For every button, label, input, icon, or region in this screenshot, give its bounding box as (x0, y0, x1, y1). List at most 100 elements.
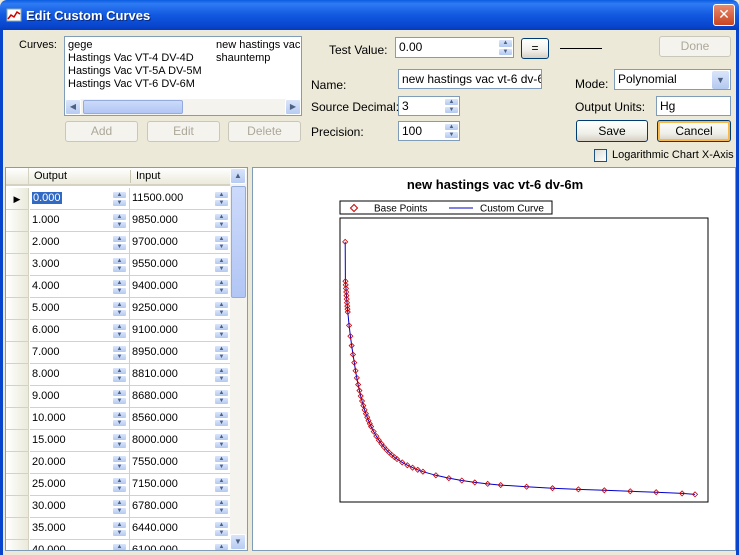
table-row[interactable]: 15.000 ▲ ▼ 8000.000 ▲ ▼ (6, 430, 232, 452)
cell-stepper[interactable]: ▲▼ (112, 455, 127, 471)
output-cell[interactable]: 3.000 ▲ ▼ (30, 254, 130, 276)
row-header[interactable] (6, 518, 29, 540)
cell-stepper[interactable]: ▲▼ (214, 235, 229, 251)
row-header[interactable] (6, 342, 29, 364)
input-cell[interactable]: 9400.000 ▲ ▼ (130, 276, 232, 298)
cell-stepper[interactable]: ▲▼ (214, 301, 229, 317)
curve-item[interactable]: Hastings Vac VT-4 DV-4D (68, 52, 202, 65)
close-button[interactable]: ✕ (713, 4, 735, 26)
table-row[interactable]: 8.000 ▲ ▼ 8810.000 ▲ ▼ (6, 364, 232, 386)
output-cell[interactable]: 20.000 ▲ ▼ (30, 452, 130, 474)
cell-stepper[interactable]: ▲▼ (214, 543, 229, 550)
output-cell[interactable]: 2.000 ▲ ▼ (30, 232, 130, 254)
source-decimal-stepper[interactable]: ▲ ▼ (444, 98, 459, 114)
cell-stepper[interactable]: ▲▼ (112, 433, 127, 449)
curve-item[interactable]: Hastings Vac VT-6 DV-6M (68, 78, 202, 91)
table-row[interactable]: 20.000 ▲ ▼ 7550.000 ▲ ▼ (6, 452, 232, 474)
cell-stepper[interactable]: ▲▼ (214, 345, 229, 361)
curves-list[interactable]: gege Hastings Vac VT-4 DV-4D Hastings Vac … (64, 36, 302, 116)
cell-stepper[interactable]: ▲▼ (112, 257, 127, 273)
cell-stepper[interactable]: ▲▼ (214, 191, 229, 207)
output-cell[interactable]: 5.000 ▲ ▼ (30, 298, 130, 320)
row-header[interactable] (6, 452, 29, 474)
equals-button[interactable]: = (521, 38, 549, 59)
input-cell[interactable]: 8950.000 ▲ ▼ (130, 342, 232, 364)
cell-stepper[interactable]: ▲▼ (214, 433, 229, 449)
cell-stepper[interactable]: ▲▼ (214, 389, 229, 405)
input-cell[interactable]: 9700.000 ▲ ▼ (130, 232, 232, 254)
curve-item[interactable]: new hastings vac (216, 39, 300, 52)
input-cell[interactable]: 9550.000 ▲ ▼ (130, 254, 232, 276)
chevron-down-icon[interactable]: ▼ (712, 71, 729, 89)
cell-stepper[interactable]: ▲▼ (214, 521, 229, 537)
scroll-thumb[interactable] (83, 100, 183, 114)
cell-stepper[interactable]: ▲▼ (112, 499, 127, 515)
log-x-axis-checkbox[interactable] (594, 149, 607, 162)
table-row[interactable]: 5.000 ▲ ▼ 9250.000 ▲ ▼ (6, 298, 232, 320)
output-cell[interactable]: 8.000 ▲ ▼ (30, 364, 130, 386)
input-cell[interactable]: 6780.000 ▲ ▼ (130, 496, 232, 518)
cell-stepper[interactable]: ▲▼ (214, 411, 229, 427)
save-button[interactable]: Save (576, 120, 648, 142)
cell-stepper[interactable]: ▲▼ (112, 477, 127, 493)
table-row[interactable]: 35.000 ▲ ▼ 6440.000 ▲ ▼ (6, 518, 232, 540)
table-row[interactable]: 40.000 ▲▼ 6100.000 ▲▼ (6, 540, 232, 550)
cell-stepper[interactable]: ▲▼ (112, 543, 127, 550)
row-header[interactable] (6, 320, 29, 342)
cell-stepper[interactable]: ▲▼ (214, 257, 229, 273)
name-input[interactable]: new hastings vac vt-6 dv-6m (398, 69, 542, 89)
input-cell[interactable]: 8000.000 ▲ ▼ (130, 430, 232, 452)
row-header[interactable] (6, 276, 29, 298)
test-value-input[interactable]: 0.00 (395, 37, 514, 58)
output-cell[interactable]: 10.000 ▲ ▼ (30, 408, 130, 430)
grid-scroll-thumb[interactable] (231, 186, 246, 298)
table-row[interactable]: 3.000 ▲ ▼ 9550.000 ▲ ▼ (6, 254, 232, 276)
row-header[interactable] (6, 474, 29, 496)
row-header[interactable] (6, 364, 29, 386)
input-cell[interactable]: 7150.000 ▲ ▼ (130, 474, 232, 496)
current-row-icon[interactable]: ▶ (6, 188, 29, 210)
cell-stepper[interactable]: ▲▼ (112, 301, 127, 317)
input-cell[interactable]: 8680.000 ▲ ▼ (130, 386, 232, 408)
cell-stepper[interactable]: ▲▼ (112, 279, 127, 295)
input-cell[interactable]: 6440.000 ▲ ▼ (130, 518, 232, 540)
output-cell[interactable]: 9.000 ▲ ▼ (30, 386, 130, 408)
scroll-left-icon[interactable]: ◀ (65, 99, 81, 115)
cell-stepper[interactable]: ▲▼ (112, 323, 127, 339)
input-cell[interactable]: 8560.000 ▲ ▼ (130, 408, 232, 430)
curve-item[interactable]: gege (68, 39, 202, 52)
header-input[interactable]: Input (136, 170, 160, 182)
cell-stepper[interactable]: ▲▼ (112, 389, 127, 405)
output-cell[interactable]: 6.000 ▲ ▼ (30, 320, 130, 342)
output-cell[interactable]: 35.000 ▲ ▼ (30, 518, 130, 540)
cell-stepper[interactable]: ▲▼ (112, 191, 127, 207)
row-header[interactable] (6, 210, 29, 232)
test-value-stepper[interactable]: ▲ ▼ (498, 39, 513, 56)
row-header[interactable] (6, 232, 29, 254)
scroll-right-icon[interactable]: ▶ (285, 99, 301, 115)
cell-stepper[interactable]: ▲▼ (112, 213, 127, 229)
output-cell[interactable]: 40.000 ▲▼ (30, 540, 130, 550)
output-cell[interactable]: 1.000 ▲ ▼ (30, 210, 130, 232)
output-cell[interactable]: 7.000 ▲ ▼ (30, 342, 130, 364)
table-row[interactable]: 10.000 ▲ ▼ 8560.000 ▲ ▼ (6, 408, 232, 430)
curves-horizontal-scrollbar[interactable]: ◀ ▶ (65, 99, 301, 115)
output-cell[interactable]: 30.000 ▲ ▼ (30, 496, 130, 518)
mode-select[interactable]: Polynomial ▼ (614, 69, 731, 90)
curve-item[interactable]: shauntemp (216, 52, 300, 65)
header-output[interactable]: Output (34, 170, 67, 182)
table-row[interactable]: 9.000 ▲ ▼ 8680.000 ▲ ▼ (6, 386, 232, 408)
input-cell[interactable]: 7550.000 ▲ ▼ (130, 452, 232, 474)
edit-button[interactable]: Edit (147, 121, 220, 142)
cell-stepper[interactable]: ▲▼ (112, 367, 127, 383)
input-cell[interactable]: 11500.000 ▲ ▼ (130, 188, 232, 210)
row-header[interactable] (6, 298, 29, 320)
cell-stepper[interactable]: ▲▼ (112, 521, 127, 537)
scroll-down-icon[interactable]: ▼ (230, 534, 246, 550)
precision-stepper[interactable]: ▲ ▼ (444, 123, 459, 139)
cell-stepper[interactable]: ▲▼ (214, 477, 229, 493)
table-row[interactable]: 4.000 ▲ ▼ 9400.000 ▲ ▼ (6, 276, 232, 298)
cell-stepper[interactable]: ▲▼ (214, 455, 229, 471)
row-header[interactable] (6, 540, 29, 550)
table-row[interactable]: 6.000 ▲ ▼ 9100.000 ▲ ▼ (6, 320, 232, 342)
